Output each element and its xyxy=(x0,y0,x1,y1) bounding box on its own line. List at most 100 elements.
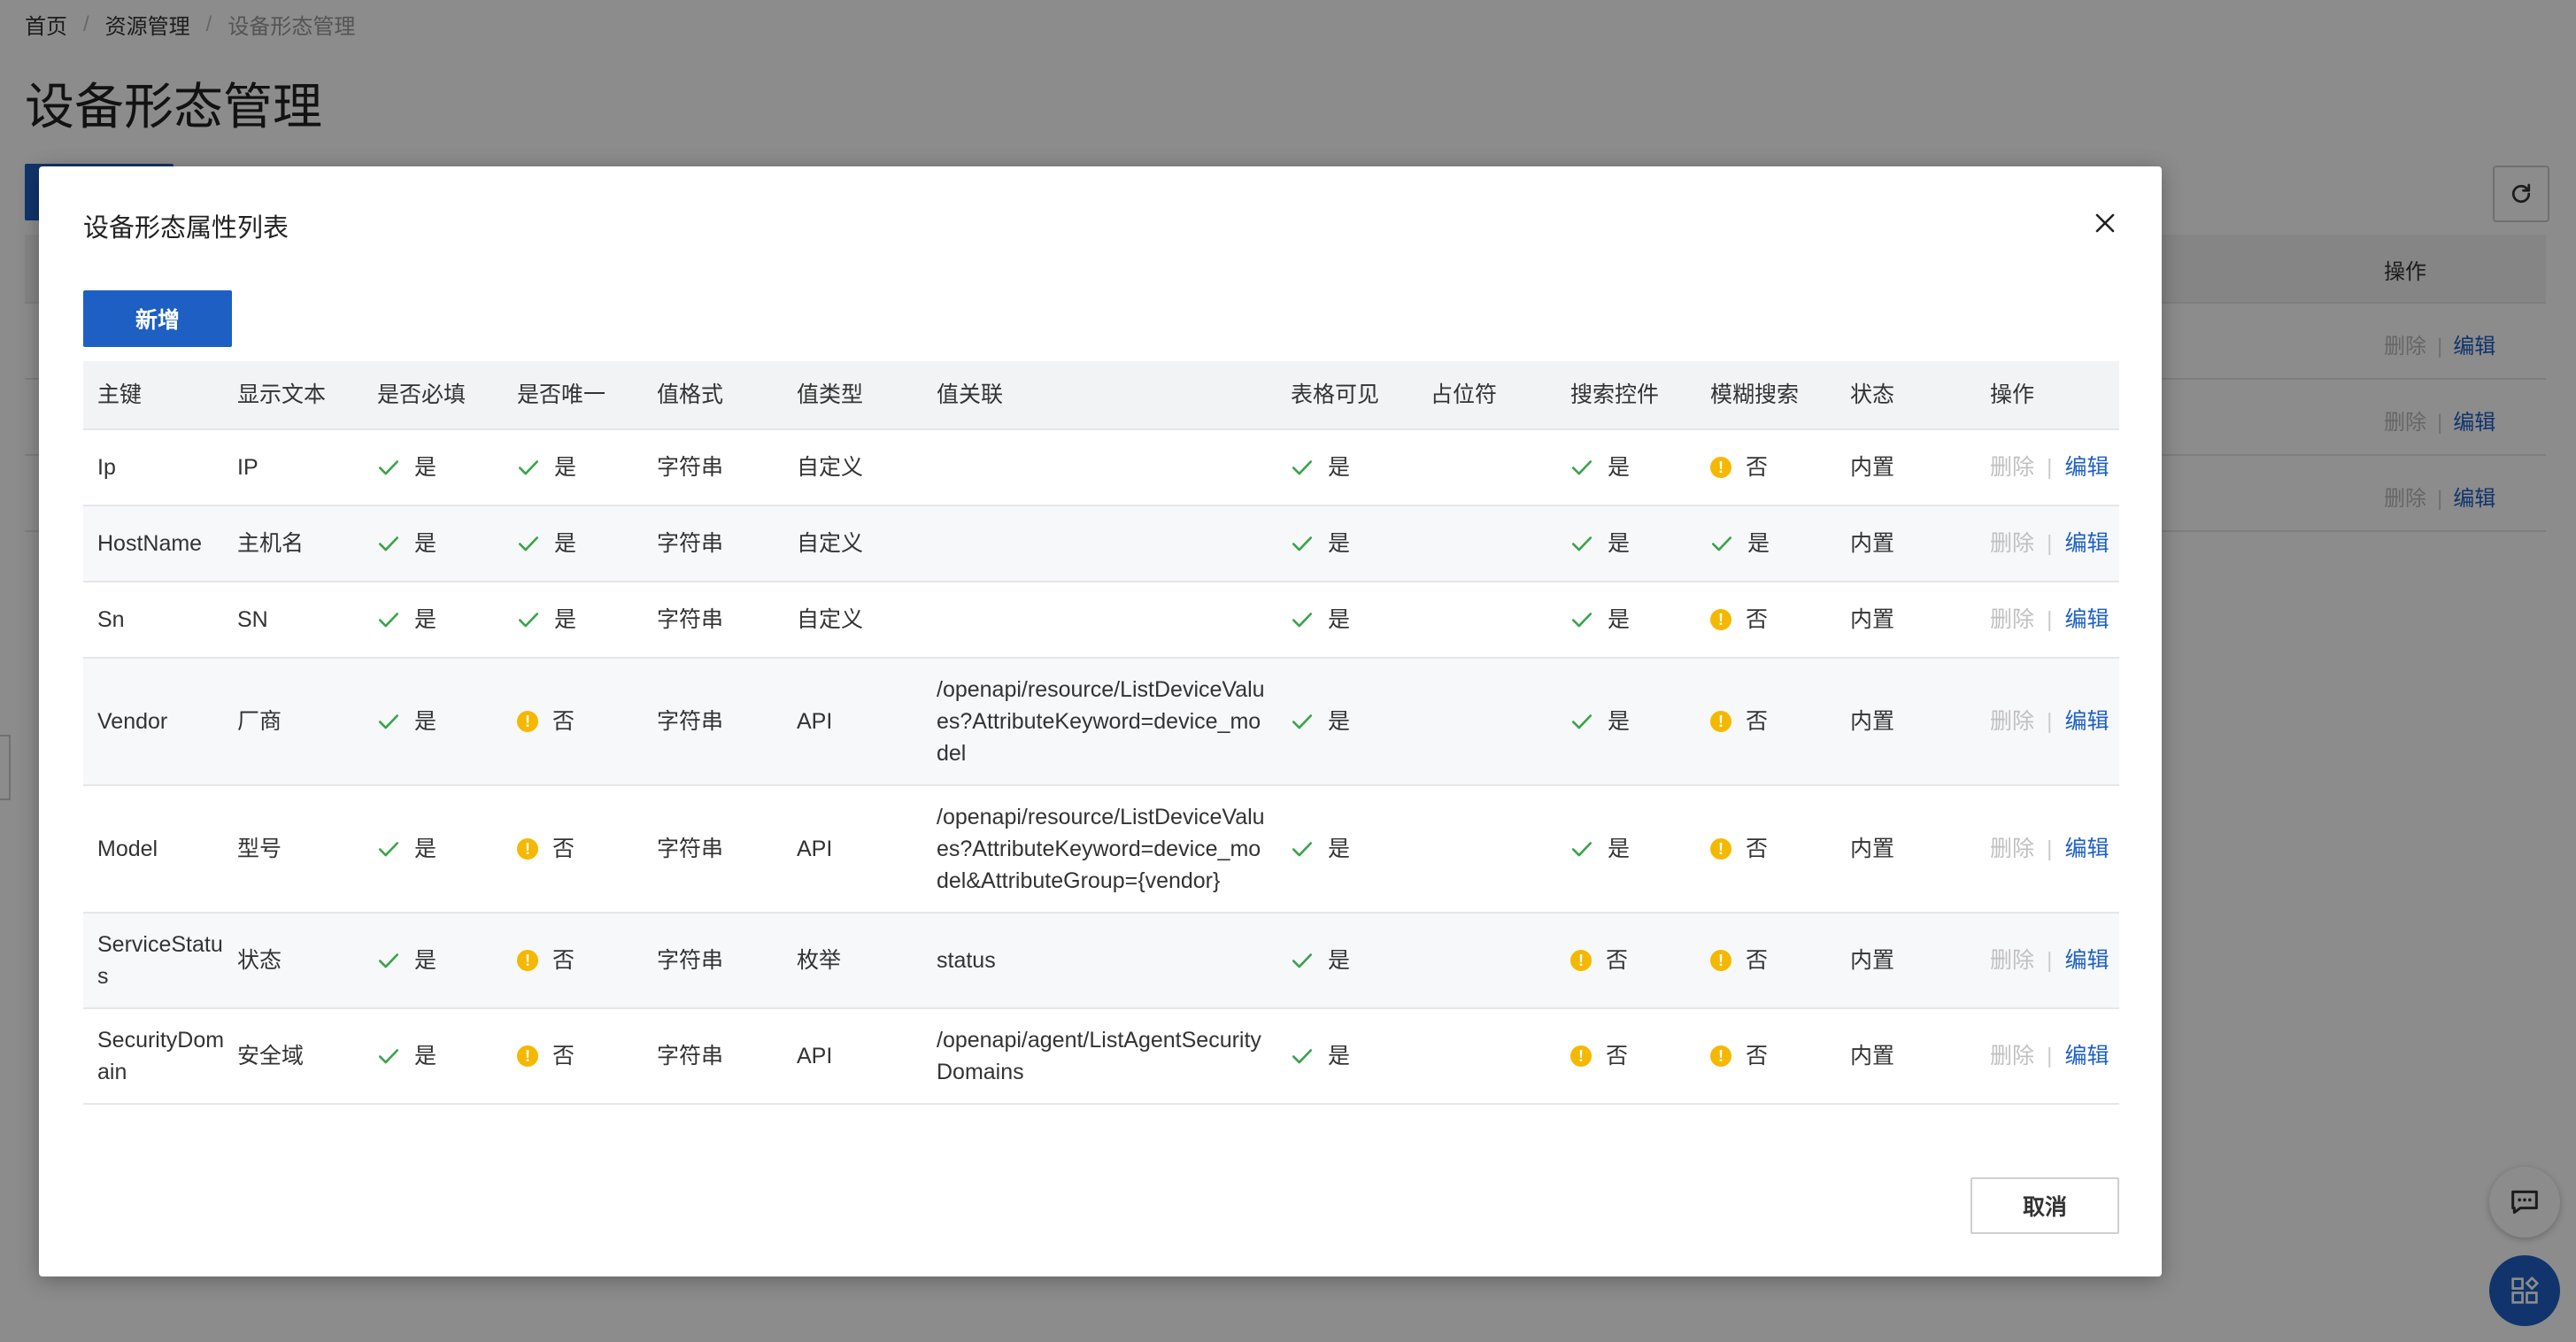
format-cell: 字符串 xyxy=(657,607,724,632)
key-cell: HostName xyxy=(97,531,203,556)
required-value: 是 xyxy=(414,709,437,734)
label-cell: 状态 xyxy=(237,948,282,973)
search-cell: 是 xyxy=(1570,506,1703,581)
placeholder-cell xyxy=(1431,914,1563,1007)
visible-cell: 是 xyxy=(1291,786,1423,912)
fuzzy-value: 否 xyxy=(1746,837,1769,861)
delete-link[interactable]: 删除 xyxy=(1990,1040,2034,1072)
key-cell: Ip xyxy=(97,455,116,480)
column-header: 主键 xyxy=(97,382,143,407)
warning-icon: ! xyxy=(1570,1045,1592,1067)
fuzzy-cell: ! 否 xyxy=(1710,582,1843,657)
column-header: 搜索控件 xyxy=(1570,382,1660,407)
edit-link[interactable]: 编辑 xyxy=(2065,604,2109,636)
check-icon xyxy=(1292,460,1313,475)
column-header: 值格式 xyxy=(657,382,724,407)
operation-divider: | xyxy=(2047,709,2053,734)
label-cell: 型号 xyxy=(237,837,282,861)
visible-value: 是 xyxy=(1328,1044,1351,1068)
relation-cell xyxy=(937,582,1273,657)
table-row: Model 型号是! 否字符串 API/openapi/resource/ListDe… xyxy=(83,786,2119,914)
unique-value: 否 xyxy=(552,709,575,734)
unique-value: 否 xyxy=(552,1044,575,1068)
status-cell: 内置 xyxy=(1850,1044,1895,1068)
required-value: 是 xyxy=(414,948,437,973)
warning-icon: ! xyxy=(517,950,538,971)
relation-cell: /openapi/resource/ListDeviceValues?Attri… xyxy=(937,677,1265,766)
check-icon xyxy=(1292,714,1313,729)
warning-icon: ! xyxy=(517,838,538,860)
visible-cell: 是 xyxy=(1291,1009,1423,1103)
format-cell: 字符串 xyxy=(657,531,724,556)
relation-cell: status xyxy=(937,948,996,973)
check-icon xyxy=(1292,953,1313,968)
column-header: 状态 xyxy=(1850,382,1895,407)
operation-cell: 删除 | 编辑 xyxy=(1990,506,2119,581)
check-icon xyxy=(1571,842,1593,857)
warning-icon: ! xyxy=(517,1045,538,1067)
edit-link[interactable]: 编辑 xyxy=(2065,706,2109,737)
table-row: Vendor 厂商是! 否字符串 API/openapi/resource/ListD… xyxy=(83,659,2119,786)
check-icon xyxy=(518,460,539,475)
table-header: 主键 显示文本 是否必填 是否唯一 值格式 值类型 值关联 表格可见 占位符 搜… xyxy=(83,361,2119,430)
required-cell: 是 xyxy=(377,914,510,1007)
search-value: 是 xyxy=(1608,455,1631,480)
check-icon xyxy=(518,613,539,628)
check-icon xyxy=(378,953,399,968)
type-cell: 枚举 xyxy=(797,948,842,973)
check-icon xyxy=(378,613,399,628)
unique-cell: ! 否 xyxy=(517,659,650,784)
edit-link[interactable]: 编辑 xyxy=(2065,833,2109,865)
operation-divider: | xyxy=(2047,607,2053,632)
add-button[interactable]: 新增 xyxy=(83,290,232,347)
required-value: 是 xyxy=(414,531,437,556)
visible-cell: 是 xyxy=(1291,506,1423,581)
table-row: Ip IP 是是字符串 自定义是是! 否内置 删除 | 编辑 xyxy=(83,430,2119,506)
unique-cell: ! 否 xyxy=(517,1009,650,1103)
edit-link[interactable]: 编辑 xyxy=(2065,451,2109,483)
required-cell: 是 xyxy=(377,430,510,505)
unique-value: 是 xyxy=(554,607,577,632)
close-button[interactable] xyxy=(2087,205,2123,241)
visible-value: 是 xyxy=(1328,948,1351,973)
delete-link[interactable]: 删除 xyxy=(1990,604,2034,636)
visible-value: 是 xyxy=(1328,837,1351,861)
delete-link[interactable]: 删除 xyxy=(1990,706,2034,737)
warning-icon: ! xyxy=(1710,457,1731,478)
delete-link[interactable]: 删除 xyxy=(1990,451,2034,483)
edit-link[interactable]: 编辑 xyxy=(2065,1040,2109,1072)
visible-value: 是 xyxy=(1328,607,1351,632)
warning-icon: ! xyxy=(1710,838,1731,860)
unique-cell: 是 xyxy=(517,506,650,581)
edit-link[interactable]: 编辑 xyxy=(2065,528,2109,559)
check-icon xyxy=(1711,536,1732,551)
unique-value: 否 xyxy=(552,948,575,973)
status-cell: 内置 xyxy=(1850,948,1895,973)
attribute-table: 主键 显示文本 是否必填 是否唯一 值格式 值类型 值关联 表格可见 占位符 搜… xyxy=(83,361,2119,1105)
check-icon xyxy=(1292,1049,1313,1064)
column-header: 值关联 xyxy=(937,382,1004,407)
fuzzy-value: 否 xyxy=(1746,607,1769,632)
type-cell: API xyxy=(797,837,833,861)
operation-cell: 删除 | 编辑 xyxy=(1990,659,2119,784)
cancel-button[interactable]: 取消 xyxy=(1971,1177,2119,1234)
relation-cell xyxy=(937,430,1273,505)
search-cell: ! 否 xyxy=(1570,1009,1703,1103)
delete-link[interactable]: 删除 xyxy=(1990,833,2034,865)
edit-link[interactable]: 编辑 xyxy=(2065,945,2109,976)
search-cell: ! 否 xyxy=(1570,914,1703,1007)
fuzzy-value: 否 xyxy=(1746,948,1769,973)
table-row: SecurityDomain 安全域是! 否字符串 API/openapi/agent… xyxy=(83,1009,2119,1105)
placeholder-cell xyxy=(1431,582,1563,657)
delete-link[interactable]: 删除 xyxy=(1990,528,2034,559)
delete-link[interactable]: 删除 xyxy=(1990,945,2034,976)
unique-cell: 是 xyxy=(517,430,650,505)
fuzzy-value: 是 xyxy=(1747,531,1770,556)
warning-icon: ! xyxy=(1710,711,1731,732)
check-icon xyxy=(1292,842,1313,857)
search-cell: 是 xyxy=(1570,786,1703,912)
search-value: 否 xyxy=(1606,1044,1629,1068)
relation-cell xyxy=(937,506,1273,581)
close-icon xyxy=(2095,213,2115,233)
type-cell: 自定义 xyxy=(797,531,864,556)
